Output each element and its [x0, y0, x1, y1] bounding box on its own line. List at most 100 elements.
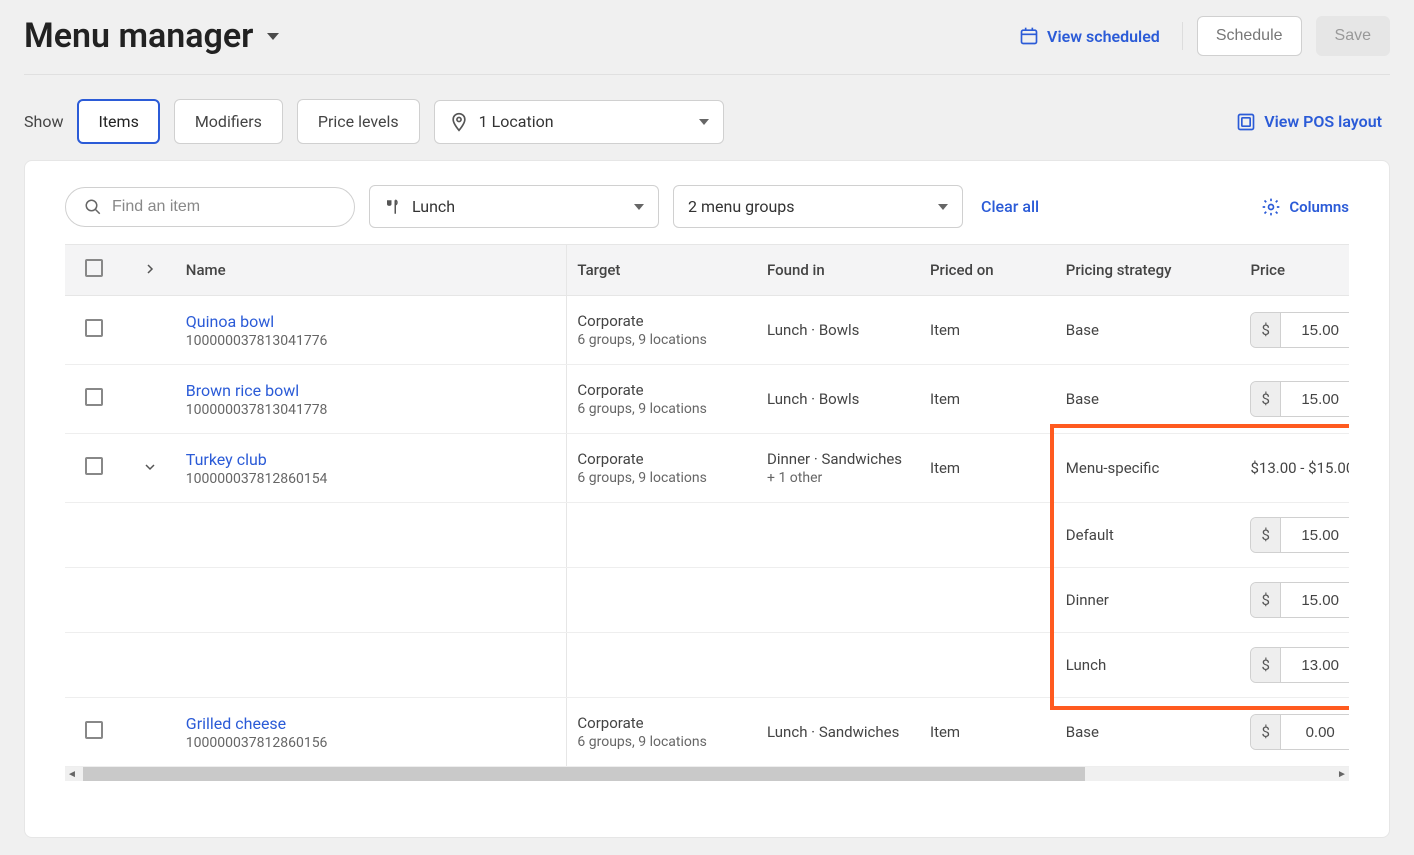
clear-all-button[interactable]: Clear all [977, 191, 1043, 222]
col-found-header[interactable]: Found in [757, 245, 920, 296]
expand-all-toggle[interactable] [144, 263, 156, 275]
currency-label: $ [1251, 715, 1280, 749]
col-target-header[interactable]: Target [567, 245, 757, 296]
target-sub: 6 groups, 9 locations [577, 470, 747, 486]
price-field[interactable] [1281, 519, 1349, 552]
group-select[interactable]: 2 menu groups [673, 185, 963, 228]
row-checkbox[interactable] [85, 457, 103, 475]
pricing-strategy-label: Base [1066, 723, 1099, 741]
table-subrow: Default $ [65, 503, 1349, 568]
target-label: Corporate [577, 450, 747, 468]
item-name-link[interactable]: Quinoa bowl [186, 312, 557, 331]
horizontal-scrollbar[interactable]: ◄ ► [65, 767, 1349, 781]
search-input[interactable] [112, 198, 336, 216]
chevron-down-icon [699, 119, 709, 125]
location-pin-icon [449, 112, 469, 132]
save-button[interactable]: Save [1316, 16, 1390, 56]
table-row: Turkey club 100000037812860154 Corporate 6 … [65, 434, 1349, 503]
price-field[interactable] [1281, 383, 1349, 416]
currency-label: $ [1251, 583, 1280, 617]
found-in-label: Lunch · Bowls [767, 321, 910, 339]
tab-items-label: Items [98, 112, 138, 131]
table-subrow: Dinner$ [65, 568, 1349, 633]
price-input[interactable]: $ [1250, 714, 1349, 750]
page-title: Menu manager [24, 16, 253, 56]
price-input[interactable]: $ [1250, 517, 1349, 553]
save-label: Save [1335, 27, 1371, 44]
group-select-label: 2 menu groups [688, 197, 795, 216]
row-checkbox[interactable] [85, 319, 103, 337]
row-checkbox[interactable] [85, 721, 103, 739]
view-pos-layout-label: View POS layout [1264, 112, 1382, 131]
view-scheduled-button[interactable]: View scheduled [1011, 20, 1168, 52]
table-row: Quinoa bowl100000037813041776Corporate6 … [65, 296, 1349, 365]
price-field[interactable] [1281, 716, 1349, 749]
pricing-strategy-label: Base [1066, 390, 1099, 408]
tab-items[interactable]: Items [77, 99, 159, 144]
tab-modifiers-label: Modifiers [195, 112, 262, 131]
location-select-label: 1 Location [479, 112, 554, 131]
item-id: 100000037812860154 [186, 471, 557, 487]
divider [1182, 22, 1183, 50]
columns-label: Columns [1289, 198, 1349, 216]
table-row: Brown rice bowl100000037813041778Corpora… [65, 365, 1349, 434]
calendar-icon [1019, 26, 1039, 46]
currency-label: $ [1251, 648, 1280, 682]
select-all-checkbox[interactable] [85, 259, 103, 277]
scroll-right-arrow[interactable]: ► [1335, 769, 1349, 780]
table-scroll[interactable]: Name Target Found in Priced on Pricing s… [65, 244, 1349, 767]
scroll-left-arrow[interactable]: ◄ [65, 769, 79, 780]
item-id: 100000037812860156 [186, 735, 557, 751]
item-id: 100000037813041776 [186, 333, 557, 349]
price-range-label: $13.00 - $15.00 [1250, 459, 1349, 477]
target-label: Corporate [577, 714, 747, 732]
tab-price-levels-label: Price levels [318, 112, 399, 131]
tab-price-levels[interactable]: Price levels [297, 99, 420, 144]
price-field[interactable] [1281, 649, 1349, 682]
price-input[interactable]: $ [1250, 582, 1349, 618]
priced-on-label: Item [930, 723, 960, 741]
priced-on-label: Item [930, 321, 960, 339]
expand-row-toggle[interactable] [144, 461, 156, 473]
columns-button[interactable]: Columns [1261, 197, 1349, 217]
table-row: Grilled cheese 100000037812860156 Corporat… [65, 698, 1349, 767]
sub-pricing-label: Lunch [1066, 656, 1106, 674]
item-name-link[interactable]: Brown rice bowl [186, 381, 557, 400]
target-label: Corporate [577, 381, 747, 399]
gear-icon [1261, 197, 1281, 217]
utensils-icon [384, 198, 402, 216]
view-pos-layout-button[interactable]: View POS layout [1228, 106, 1390, 138]
price-field[interactable] [1281, 314, 1349, 347]
menu-select[interactable]: Lunch [369, 185, 659, 228]
location-select[interactable]: 1 Location [434, 100, 724, 144]
items-table: Name Target Found in Priced on Pricing s… [65, 244, 1349, 767]
item-name-link[interactable]: Turkey club [186, 450, 557, 469]
col-price-header[interactable]: Price [1240, 245, 1349, 296]
chevron-down-icon [144, 461, 156, 473]
priced-on-label: Item [930, 390, 960, 408]
col-strategy-header[interactable]: Pricing strategy [1056, 245, 1241, 296]
row-checkbox[interactable] [85, 388, 103, 406]
item-name-link[interactable]: Grilled cheese [186, 714, 557, 733]
price-input[interactable]: $ [1250, 381, 1349, 417]
title-dropdown[interactable]: Menu manager [24, 16, 279, 56]
currency-label: $ [1251, 382, 1280, 416]
chevron-down-icon [938, 204, 948, 210]
price-input[interactable]: $ [1250, 312, 1349, 348]
currency-label: $ [1251, 313, 1280, 347]
found-in-extra: + 1 other [767, 470, 910, 486]
table-subrow: Lunch $ [65, 633, 1349, 698]
price-field[interactable] [1281, 584, 1349, 617]
scroll-thumb[interactable] [83, 767, 1085, 781]
found-in-label: Lunch · Bowls [767, 390, 910, 408]
search-input-wrap[interactable] [65, 187, 355, 227]
col-name-header[interactable]: Name [176, 245, 567, 296]
schedule-label: Schedule [1216, 27, 1283, 44]
schedule-button[interactable]: Schedule [1197, 16, 1302, 56]
sub-pricing-label: Default [1066, 526, 1114, 544]
tab-modifiers[interactable]: Modifiers [174, 99, 283, 144]
col-priced-header[interactable]: Priced on [920, 245, 1056, 296]
page-header: Menu manager View scheduled Schedule Sav… [24, 0, 1390, 75]
price-input[interactable]: $ [1250, 647, 1349, 683]
clear-all-label: Clear all [981, 197, 1039, 216]
